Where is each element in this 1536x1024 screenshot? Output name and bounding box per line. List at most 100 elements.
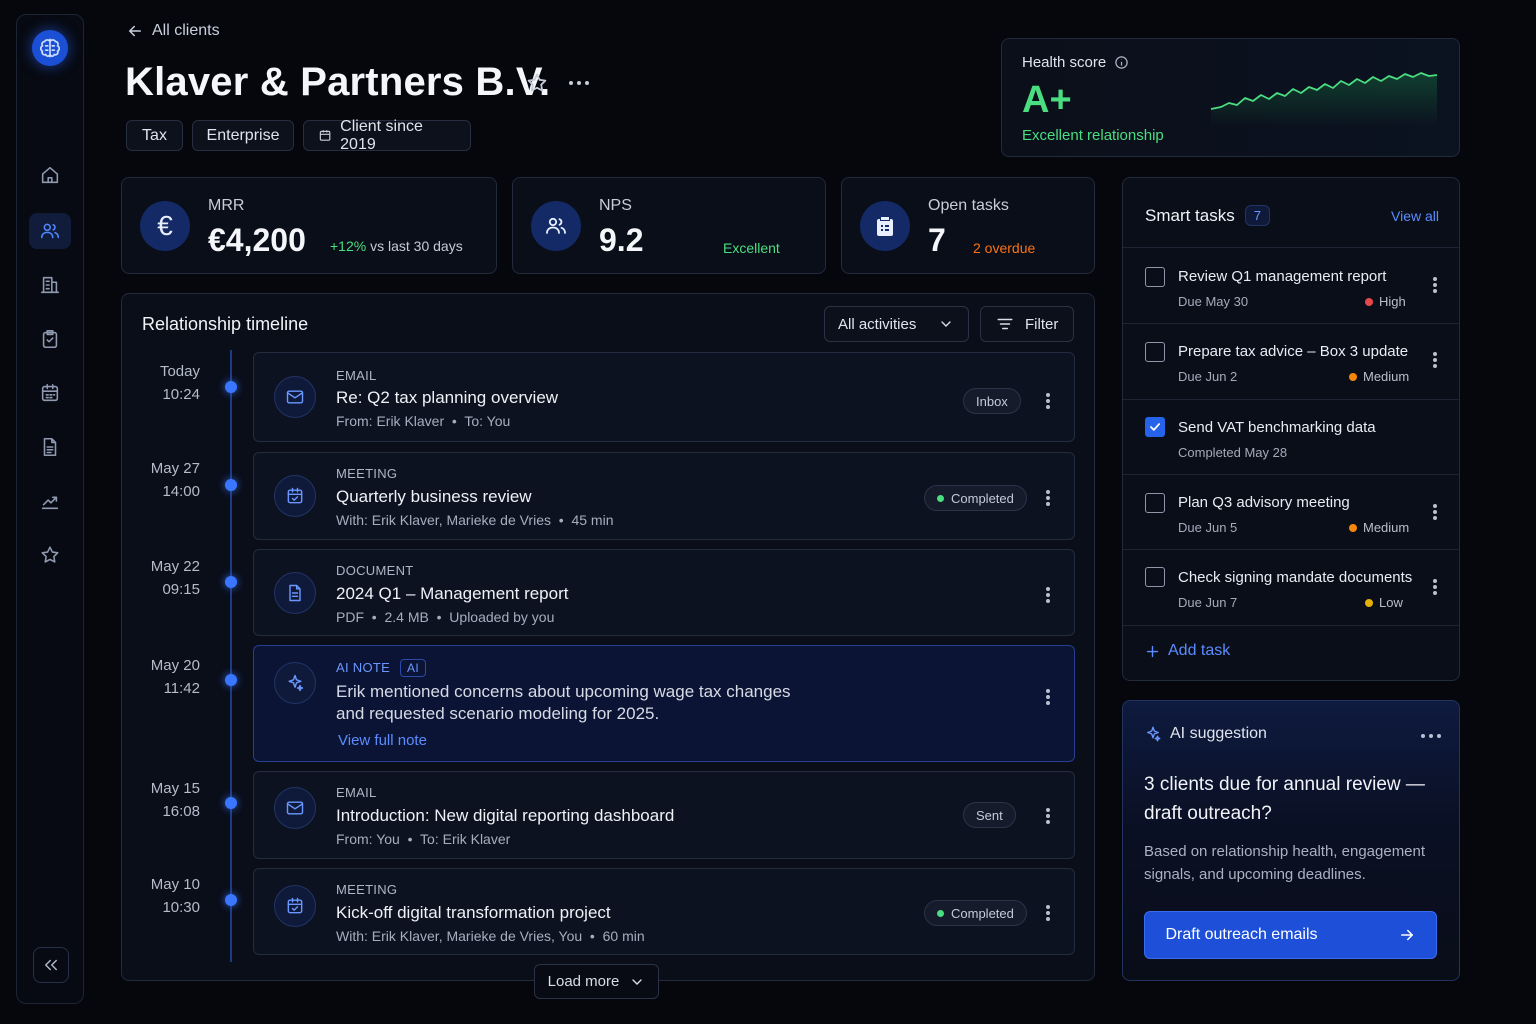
more-options-icon[interactable] xyxy=(569,81,589,85)
draft-outreach-label: Draft outreach emails xyxy=(1165,926,1318,943)
relationship-timeline: Relationship timeline All activities Fil… xyxy=(121,293,1095,981)
mail-icon xyxy=(274,376,316,418)
kebab-menu-icon[interactable] xyxy=(1427,275,1443,295)
info-icon[interactable] xyxy=(1114,55,1129,70)
activities-dropdown-value: All activities xyxy=(838,315,917,333)
filter-button-label: Filter xyxy=(1025,315,1059,333)
status-badge: Completed xyxy=(924,900,1027,926)
kebab-menu-icon[interactable] xyxy=(1040,391,1056,411)
euro-icon: € xyxy=(140,201,190,251)
ai-suggestion-body: Based on relationship health, engagement… xyxy=(1144,843,1426,883)
item-meta: From: You • To: Erik Klaver xyxy=(336,831,511,847)
task-due: Due Jun 5 xyxy=(1178,520,1238,535)
back-link[interactable]: All clients xyxy=(126,22,220,40)
timeline-dot xyxy=(225,797,237,809)
task-checkbox[interactable] xyxy=(1145,342,1165,362)
nps-note: Excellent xyxy=(723,240,780,256)
more-options-icon[interactable] xyxy=(1421,734,1441,738)
item-title: Introduction: New digital reporting dash… xyxy=(336,806,675,825)
nav-favorites-icon[interactable] xyxy=(29,537,71,573)
timeline-rail xyxy=(230,350,232,962)
task-item[interactable]: Send VAT benchmarking data Completed May… xyxy=(1123,399,1459,475)
timeline-item-meeting[interactable]: MEETING Quarterly business review With: … xyxy=(253,452,1075,540)
item-title: 2024 Q1 – Management report xyxy=(336,584,569,603)
kebab-menu-icon[interactable] xyxy=(1040,585,1056,605)
kebab-menu-icon[interactable] xyxy=(1040,806,1056,826)
kebab-menu-icon[interactable] xyxy=(1040,687,1056,707)
nps-card: NPS 9.2 Excellent xyxy=(512,177,826,274)
task-checkbox-checked[interactable] xyxy=(1145,417,1165,437)
task-checkbox[interactable] xyxy=(1145,567,1165,587)
task-name: Review Q1 management report xyxy=(1178,268,1387,285)
priority-label: Medium xyxy=(1349,369,1409,384)
item-title: Quarterly business review xyxy=(336,487,532,506)
kebab-menu-icon[interactable] xyxy=(1040,903,1056,923)
mail-icon xyxy=(274,787,316,829)
timeline-item-document[interactable]: DOCUMENT 2024 Q1 – Management report PDF… xyxy=(253,549,1075,636)
kebab-menu-icon[interactable] xyxy=(1040,488,1056,508)
smart-tasks-panel: Smart tasks 7 View all Review Q1 managem… xyxy=(1122,177,1460,681)
priority-label: Medium xyxy=(1349,520,1409,535)
timeline-dot xyxy=(225,894,237,906)
nav-clients-icon[interactable] xyxy=(29,213,71,249)
tasks-value: 7 xyxy=(928,222,946,258)
smart-tasks-title: Smart tasks xyxy=(1145,205,1235,225)
timeline-item-email[interactable]: EMAIL Re: Q2 tax planning overview From:… xyxy=(253,352,1075,442)
timeline-item-meeting[interactable]: MEETING Kick-off digital transformation … xyxy=(253,868,1075,955)
activities-dropdown[interactable]: All activities xyxy=(824,306,969,342)
sparkle-icon xyxy=(1147,726,1161,742)
collapse-sidebar-button[interactable] xyxy=(33,947,69,983)
item-title: Re: Q2 tax planning overview xyxy=(336,388,559,407)
task-item[interactable]: Review Q1 management report Due May 30 H… xyxy=(1123,247,1459,323)
tag-enterprise: Enterprise xyxy=(192,120,294,151)
draft-outreach-button[interactable]: Draft outreach emails xyxy=(1144,911,1437,959)
back-link-label: All clients xyxy=(152,22,220,39)
health-grade: A+ xyxy=(1022,79,1072,121)
nav-calendar-icon[interactable] xyxy=(29,375,71,411)
tag-tax: Tax xyxy=(126,120,183,151)
nav-analytics-icon[interactable] xyxy=(29,483,71,519)
calendar-icon xyxy=(274,475,316,517)
health-score-card: Health score A+ Excellent relationship xyxy=(1001,38,1460,157)
nav-tasks-icon[interactable] xyxy=(29,321,71,357)
item-title: Kick-off digital transformation project xyxy=(336,903,611,922)
ai-badge: AI xyxy=(400,659,426,677)
load-more-button[interactable]: Load more xyxy=(534,964,659,999)
task-checkbox[interactable] xyxy=(1145,493,1165,513)
task-due: Due Jun 2 xyxy=(1178,369,1238,384)
task-name: Check signing mandate documents xyxy=(1178,569,1413,586)
favorite-star-icon[interactable] xyxy=(525,71,549,100)
kebab-menu-icon[interactable] xyxy=(1427,577,1443,597)
nav-documents-icon[interactable] xyxy=(29,429,71,465)
timeline-item-email[interactable]: EMAIL Introduction: New digital reportin… xyxy=(253,771,1075,859)
task-item[interactable]: Plan Q3 advisory meeting Due Jun 5 Mediu… xyxy=(1123,474,1459,550)
task-item[interactable]: Prepare tax advice – Box 3 update Due Ju… xyxy=(1123,323,1459,399)
clipboard-icon xyxy=(860,201,910,251)
nps-label: NPS xyxy=(599,197,632,214)
item-meta: PDF • 2.4 MB • Uploaded by you xyxy=(336,609,555,625)
timeline-item-ai-note[interactable]: AI NOTE AI Erik mentioned concerns about… xyxy=(253,645,1075,762)
kebab-menu-icon[interactable] xyxy=(1427,350,1443,370)
nav-home-icon[interactable] xyxy=(29,157,71,193)
chevrons-left-icon xyxy=(45,959,57,971)
kebab-menu-icon[interactable] xyxy=(1427,502,1443,522)
add-task-button[interactable]: Add task xyxy=(1145,642,1230,660)
view-full-note-link[interactable]: View full note xyxy=(338,732,427,749)
item-type: DOCUMENT xyxy=(336,563,414,578)
nav-building-icon[interactable] xyxy=(29,267,71,303)
task-due: Due May 30 xyxy=(1178,294,1249,309)
open-tasks-card: Open tasks 7 2 overdue xyxy=(841,177,1095,274)
timeline-date: May 22 09:15 xyxy=(150,558,200,598)
task-item[interactable]: Check signing mandate documents Due Jun … xyxy=(1123,549,1459,625)
ai-suggestion-card: AI suggestion 3 clients due for annual r… xyxy=(1122,700,1460,981)
task-checkbox[interactable] xyxy=(1145,267,1165,287)
view-all-link[interactable]: View all xyxy=(1391,208,1439,224)
tag-label: Tax xyxy=(142,126,167,144)
brain-logo-icon[interactable] xyxy=(32,30,68,66)
arrow-right-icon xyxy=(1400,929,1413,941)
timeline-dot xyxy=(225,381,237,393)
timeline-date: May 10 10:30 xyxy=(150,876,200,916)
task-name: Send VAT benchmarking data xyxy=(1178,419,1376,436)
item-type: MEETING xyxy=(336,882,398,897)
filter-button[interactable]: Filter xyxy=(980,306,1074,342)
